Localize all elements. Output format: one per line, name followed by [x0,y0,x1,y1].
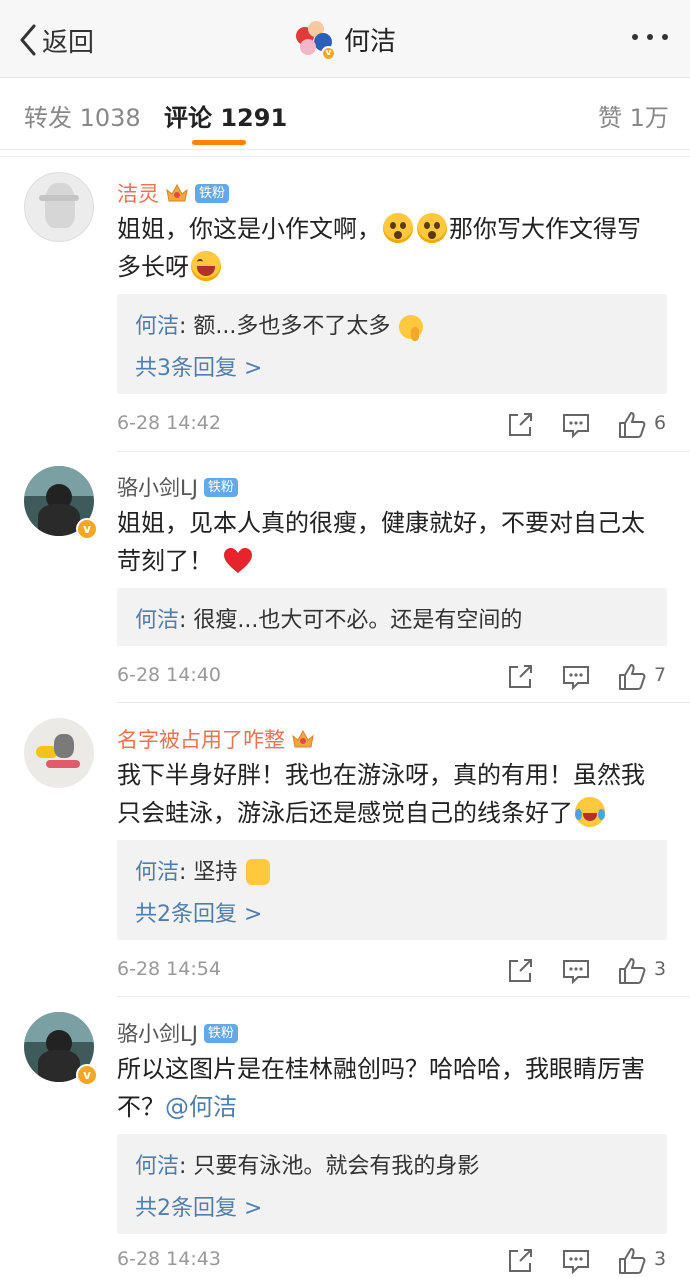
shocked-emoji-icon [417,213,447,243]
fan-badge: 铁粉 [203,1023,238,1043]
comment-time: 6-28 14:40 [117,664,221,686]
comment-footer: 6-28 14:43 3 [0,1248,690,1278]
avatar[interactable]: v [24,1012,98,1086]
more-options-button[interactable] [632,34,668,40]
dot-icon [632,34,638,40]
tab-comments[interactable]: 评论 1291 [164,98,287,133]
comment-footer: 6-28 14:40 7 [0,664,690,694]
comment-footer: 6-28 14:54 3 [0,958,690,988]
verified-icon: v [76,518,98,540]
reply: 何洁: 坚持 [135,854,272,886]
comment-header: 骆小剑LJ 铁粉 [117,1018,238,1048]
avatar[interactable]: v [24,466,98,540]
crown-icon [291,728,315,750]
share-icon[interactable] [505,1246,535,1276]
comment-item: v 骆小剑LJ 铁粉 所以这图片是在桂林融创吗？哈哈哈，我眼睛厉害不？@何洁 何… [0,1012,690,1278]
reply-box[interactable]: 何洁: 额...多也多不了太多 共3条回复 > [117,294,667,394]
fist-emoji-icon [246,859,271,885]
like-count: 6 [654,412,667,434]
reply-author[interactable]: 何洁 [135,1154,179,1179]
laughing-emoji-icon [191,251,221,281]
share-icon[interactable] [505,410,535,440]
username[interactable]: 骆小剑LJ [117,1018,198,1048]
more-replies-link[interactable]: 共3条回复 > [135,350,262,382]
comment-item: 名字被占用了咋整 我下半身好胖！我也在游泳呀，真的有用！虽然我只会蛙泳，游泳后还… [0,718,690,998]
divider [117,996,690,997]
comment-text: 所以这图片是在桂林融创吗？哈哈哈，我眼睛厉害不？@何洁 [117,1055,645,1121]
comment-time: 6-28 14:42 [117,412,221,434]
reply: 何洁: 只要有泳池。就会有我的身影 [135,1154,480,1179]
heart-icon [223,548,252,573]
comment-text: 姐姐，你这是小作文啊， 那你写大作文得写多长呀 [117,213,641,281]
active-tab-indicator [192,140,246,145]
reply-author[interactable]: 何洁 [135,608,179,633]
comment-icon[interactable] [561,410,591,440]
username[interactable]: 骆小剑LJ [117,472,198,502]
comment-header: 洁灵 铁粉 [117,178,230,208]
title-name: 何洁 [343,26,396,57]
like-count: 7 [654,664,667,686]
avatar[interactable] [24,718,94,788]
username[interactable]: 名字被占用了咋整 [117,724,285,754]
comment-header: 名字被占用了咋整 [117,724,315,754]
more-replies-link[interactable]: 共2条回复 > [135,896,262,928]
tab-reposts[interactable]: 转发 1038 [24,98,141,133]
comment-item: v 骆小剑LJ 铁粉 姐姐，见本人真的很瘦，健康就好，不要对自己太苛刻了！ 何洁… [0,466,690,706]
comment-icon[interactable] [561,956,591,986]
comment-icon[interactable] [561,1246,591,1276]
shocked-emoji-icon [383,213,413,243]
comment-footer: 6-28 14:42 6 [0,412,690,442]
comment-item: 洁灵 铁粉 姐姐，你这是小作文啊， 那你写大作文得写多长呀 何洁: 额...多也多… [0,172,690,452]
reply-box[interactable]: 何洁: 只要有泳池。就会有我的身影 共2条回复 > [117,1134,667,1234]
dot-icon [647,34,653,40]
like-count: 3 [654,958,667,980]
avatar[interactable] [24,172,94,242]
avatar: v [294,19,336,61]
share-icon[interactable] [505,662,535,692]
thumbs-up-icon[interactable] [617,410,647,440]
thumbs-up-icon[interactable] [617,956,647,986]
reply: 何洁: 额...多也多不了太多 [135,308,425,341]
comment-text: 我下半身好胖！我也在游泳呀，真的有用！虽然我只会蛙泳，游泳后还是感觉自己的线条好… [117,761,645,827]
thumbs-up-icon[interactable] [617,1246,647,1276]
shush-emoji-icon [399,315,424,341]
fan-badge: 铁粉 [195,183,230,203]
reply-box[interactable]: 何洁: 坚持 共2条回复 > [117,840,667,940]
reply-box[interactable]: 何洁: 很瘦...也大可不必。还是有空间的 [117,588,667,646]
username[interactable]: 洁灵 [117,178,159,208]
reply: 何洁: 很瘦...也大可不必。还是有空间的 [135,608,523,633]
laugh-cry-emoji-icon [575,797,605,827]
thumbs-up-icon[interactable] [617,662,647,692]
page-title[interactable]: v 何洁 [0,18,690,61]
reply-author[interactable]: 何洁 [135,860,179,885]
verified-icon: v [76,1064,98,1086]
divider [0,156,690,157]
dot-icon [662,34,668,40]
comment-time: 6-28 14:43 [117,1248,221,1270]
crown-icon [165,182,189,204]
comment-time: 6-28 14:54 [117,958,221,980]
fan-badge: 铁粉 [203,477,238,497]
comment-icon[interactable] [561,662,591,692]
verified-icon: v [320,46,336,61]
comment-header: 骆小剑LJ 铁粉 [117,472,238,502]
more-replies-link[interactable]: 共2条回复 > [135,1190,262,1222]
divider [117,702,690,703]
share-icon[interactable] [505,956,535,986]
tab-likes[interactable]: 赞 1万 [598,98,669,133]
mention-link[interactable]: @何洁 [165,1093,237,1121]
like-count: 3 [654,1248,667,1270]
divider [117,451,690,452]
top-bar: 返回 v 何洁 [0,0,690,78]
tab-bar: 转发 1038 评论 1291 赞 1万 [0,78,690,150]
comment-text: 姐姐，见本人真的很瘦，健康就好，不要对自己太苛刻了！ [117,509,645,575]
reply-author[interactable]: 何洁 [135,314,179,339]
